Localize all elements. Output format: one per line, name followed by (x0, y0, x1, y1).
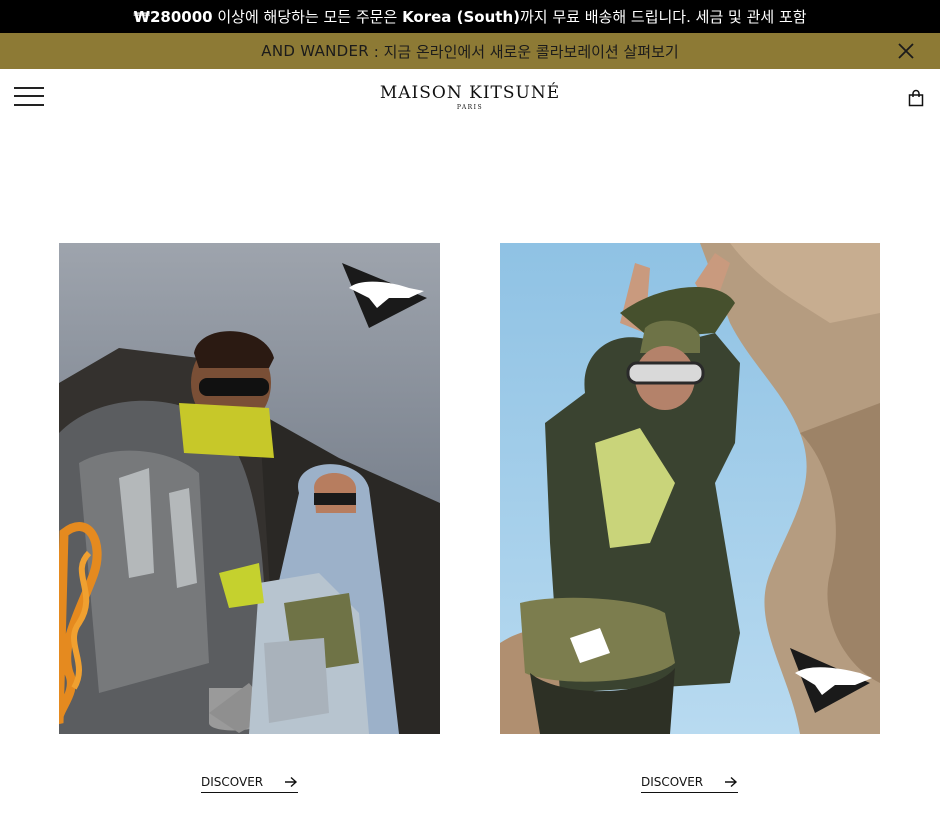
discover-label: DISCOVER (201, 775, 264, 789)
arrow-right-icon (285, 776, 298, 788)
promo-text: : 지금 온라인에서 새로운 콜라보레이션 살펴보기 (369, 42, 679, 61)
collection-card: DISCOVER (500, 243, 880, 793)
shipping-threshold: ₩280000 (133, 7, 213, 26)
campaign-photo-rock-arch[interactable] (500, 243, 880, 734)
logo-city: PARIS (456, 104, 484, 111)
announcement-text-end: 까지 무료 배송해 드립니다. 세금 및 관세 포함 (520, 8, 807, 26)
shopping-bag-icon[interactable] (907, 89, 925, 107)
shipping-country: Korea (South) (402, 7, 520, 26)
collaboration-promo-banner[interactable]: AND WANDER : 지금 온라인에서 새로운 콜라보레이션 살펴보기 (0, 33, 940, 69)
campaign-photo-hikers[interactable] (59, 243, 440, 734)
logo-name: MAISON KITSUNÉ (379, 83, 561, 103)
collection-card: DISCOVER (59, 243, 440, 793)
announcement-text: 이상에 해당하는 모든 주문은 (212, 8, 403, 26)
promo-brand: AND WANDER (261, 42, 370, 60)
site-header: MAISON KITSUNÉ PARIS (0, 69, 940, 126)
collection-grid: DISCOVER DISCOVER (0, 126, 940, 840)
discover-link[interactable]: DISCOVER (641, 775, 738, 793)
arrow-right-icon (725, 776, 738, 788)
close-icon[interactable] (896, 41, 916, 61)
free-shipping-announcement: ₩280000 이상에 해당하는 모든 주문은 Korea (South) 까지… (0, 0, 940, 33)
discover-label: DISCOVER (641, 775, 704, 789)
maison-kitsune-logo[interactable]: MAISON KITSUNÉ PARIS (0, 83, 940, 112)
discover-link[interactable]: DISCOVER (201, 775, 298, 793)
